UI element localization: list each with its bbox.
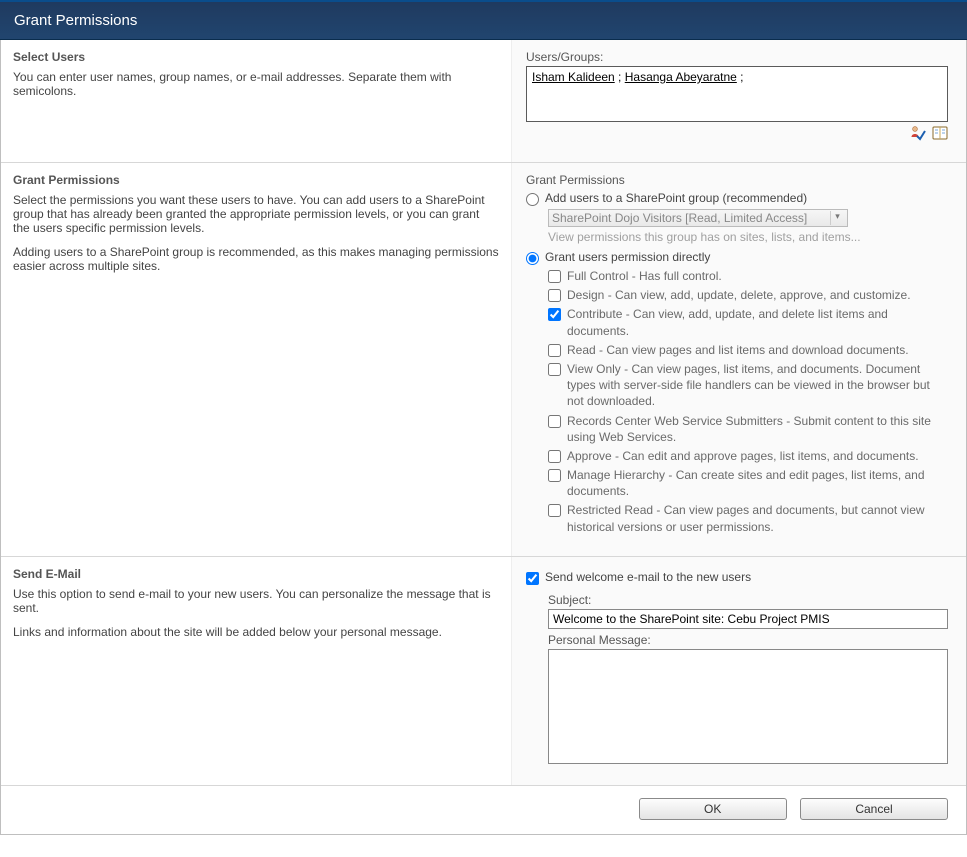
grant-title: Grant Permissions (13, 173, 499, 187)
radio-add-to-group[interactable] (526, 193, 539, 206)
perm-full-control-checkbox[interactable] (548, 270, 561, 283)
personal-message-input[interactable] (548, 649, 948, 764)
group-select-wrap: SharePoint Dojo Visitors [Read, Limited … (548, 209, 948, 244)
perm-row: View Only - Can view pages, list items, … (548, 361, 948, 410)
perm-read-checkbox[interactable] (548, 344, 561, 357)
user-entry: Hasanga Abeyaratne (625, 70, 737, 84)
group-select-value: SharePoint Dojo Visitors [Read, Limited … (552, 211, 807, 225)
perm-approve-label: Approve - Can edit and approve pages, li… (567, 448, 919, 464)
perm-row: Records Center Web Service Submitters - … (548, 413, 948, 445)
user-entry: Isham Kalideen (532, 70, 615, 84)
perm-restricted-read-label: Restricted Read - Can view pages and doc… (567, 502, 948, 534)
perm-contribute-checkbox[interactable] (548, 308, 561, 321)
email-title: Send E-Mail (13, 567, 499, 581)
select-users-title: Select Users (13, 50, 499, 64)
subject-label: Subject: (548, 593, 948, 607)
email-desc-1: Use this option to send e-mail to your n… (13, 587, 499, 615)
welcome-email-label: Send welcome e-mail to the new users (545, 570, 751, 584)
perm-design-label: Design - Can view, add, update, delete, … (567, 287, 911, 303)
cancel-button[interactable]: Cancel (800, 798, 948, 820)
perm-row: Read - Can view pages and list items and… (548, 342, 948, 358)
perm-full-control-label: Full Control - Has full control. (567, 268, 722, 284)
welcome-email-row: Send welcome e-mail to the new users (526, 570, 948, 585)
email-fields: Subject: Personal Message: (548, 593, 948, 767)
email-left: Send E-Mail Use this option to send e-ma… (1, 557, 511, 785)
select-users-right: Users/Groups: Isham Kalideen ; Hasanga A… (511, 40, 966, 162)
perm-row: Full Control - Has full control. (548, 268, 948, 284)
group-permissions-link[interactable]: View permissions this group has on sites… (548, 230, 948, 244)
perm-read-label: Read - Can view pages and list items and… (567, 342, 909, 358)
perm-contribute-label: Contribute - Can view, add, update, and … (567, 306, 948, 338)
perm-manage-hierarchy-checkbox[interactable] (548, 469, 561, 482)
grant-desc-2: Adding users to a SharePoint group is re… (13, 245, 499, 273)
select-users-left: Select Users You can enter user names, g… (1, 40, 511, 162)
users-groups-label: Users/Groups: (526, 50, 948, 64)
radio-direct-row: Grant users permission directly (526, 250, 948, 265)
personal-message-label: Personal Message: (548, 633, 948, 647)
perm-design-checkbox[interactable] (548, 289, 561, 302)
radio-grant-directly[interactable] (526, 252, 539, 265)
perm-approve-checkbox[interactable] (548, 450, 561, 463)
grant-left: Grant Permissions Select the permissions… (1, 163, 511, 556)
subject-input[interactable] (548, 609, 948, 629)
browse-directory-icon[interactable] (932, 125, 948, 144)
radio-grant-directly-label: Grant users permission directly (545, 250, 710, 264)
people-picker-icons (526, 125, 948, 144)
ok-button[interactable]: OK (639, 798, 787, 820)
section-send-email: Send E-Mail Use this option to send e-ma… (1, 556, 966, 785)
dialog-header: Grant Permissions (0, 0, 967, 40)
perm-records-center-checkbox[interactable] (548, 415, 561, 428)
permission-levels: Full Control - Has full control. Design … (548, 268, 948, 535)
perm-row: Restricted Read - Can view pages and doc… (548, 502, 948, 534)
perm-records-center-label: Records Center Web Service Submitters - … (567, 413, 948, 445)
welcome-email-checkbox[interactable] (526, 572, 539, 585)
dialog-body: Select Users You can enter user names, g… (0, 40, 967, 835)
users-groups-input[interactable]: Isham Kalideen ; Hasanga Abeyaratne ; (526, 66, 948, 122)
perm-view-only-checkbox[interactable] (548, 363, 561, 376)
grant-right: Grant Permissions Add users to a SharePo… (511, 163, 966, 556)
email-desc-2: Links and information about the site wil… (13, 625, 499, 639)
perm-row: Design - Can view, add, update, delete, … (548, 287, 948, 303)
perm-manage-hierarchy-label: Manage Hierarchy - Can create sites and … (567, 467, 948, 499)
check-names-icon[interactable] (910, 125, 926, 144)
section-select-users: Select Users You can enter user names, g… (1, 40, 966, 162)
select-users-desc: You can enter user names, group names, o… (13, 70, 499, 98)
email-right: Send welcome e-mail to the new users Sub… (511, 557, 966, 785)
dialog-title: Grant Permissions (14, 12, 137, 29)
dialog-buttons: OK Cancel (1, 785, 966, 834)
perm-row: Manage Hierarchy - Can create sites and … (548, 467, 948, 499)
perm-row: Approve - Can edit and approve pages, li… (548, 448, 948, 464)
group-select[interactable]: SharePoint Dojo Visitors [Read, Limited … (548, 209, 848, 227)
chevron-down-icon: ▾ (830, 211, 844, 225)
radio-add-to-group-row: Add users to a SharePoint group (recomme… (526, 191, 948, 206)
grant-desc-1: Select the permissions you want these us… (13, 193, 499, 235)
grant-right-title: Grant Permissions (526, 173, 948, 187)
section-grant-permissions: Grant Permissions Select the permissions… (1, 162, 966, 556)
radio-add-to-group-label: Add users to a SharePoint group (recomme… (545, 191, 807, 205)
perm-view-only-label: View Only - Can view pages, list items, … (567, 361, 948, 410)
perm-restricted-read-checkbox[interactable] (548, 504, 561, 517)
perm-row: Contribute - Can view, add, update, and … (548, 306, 948, 338)
